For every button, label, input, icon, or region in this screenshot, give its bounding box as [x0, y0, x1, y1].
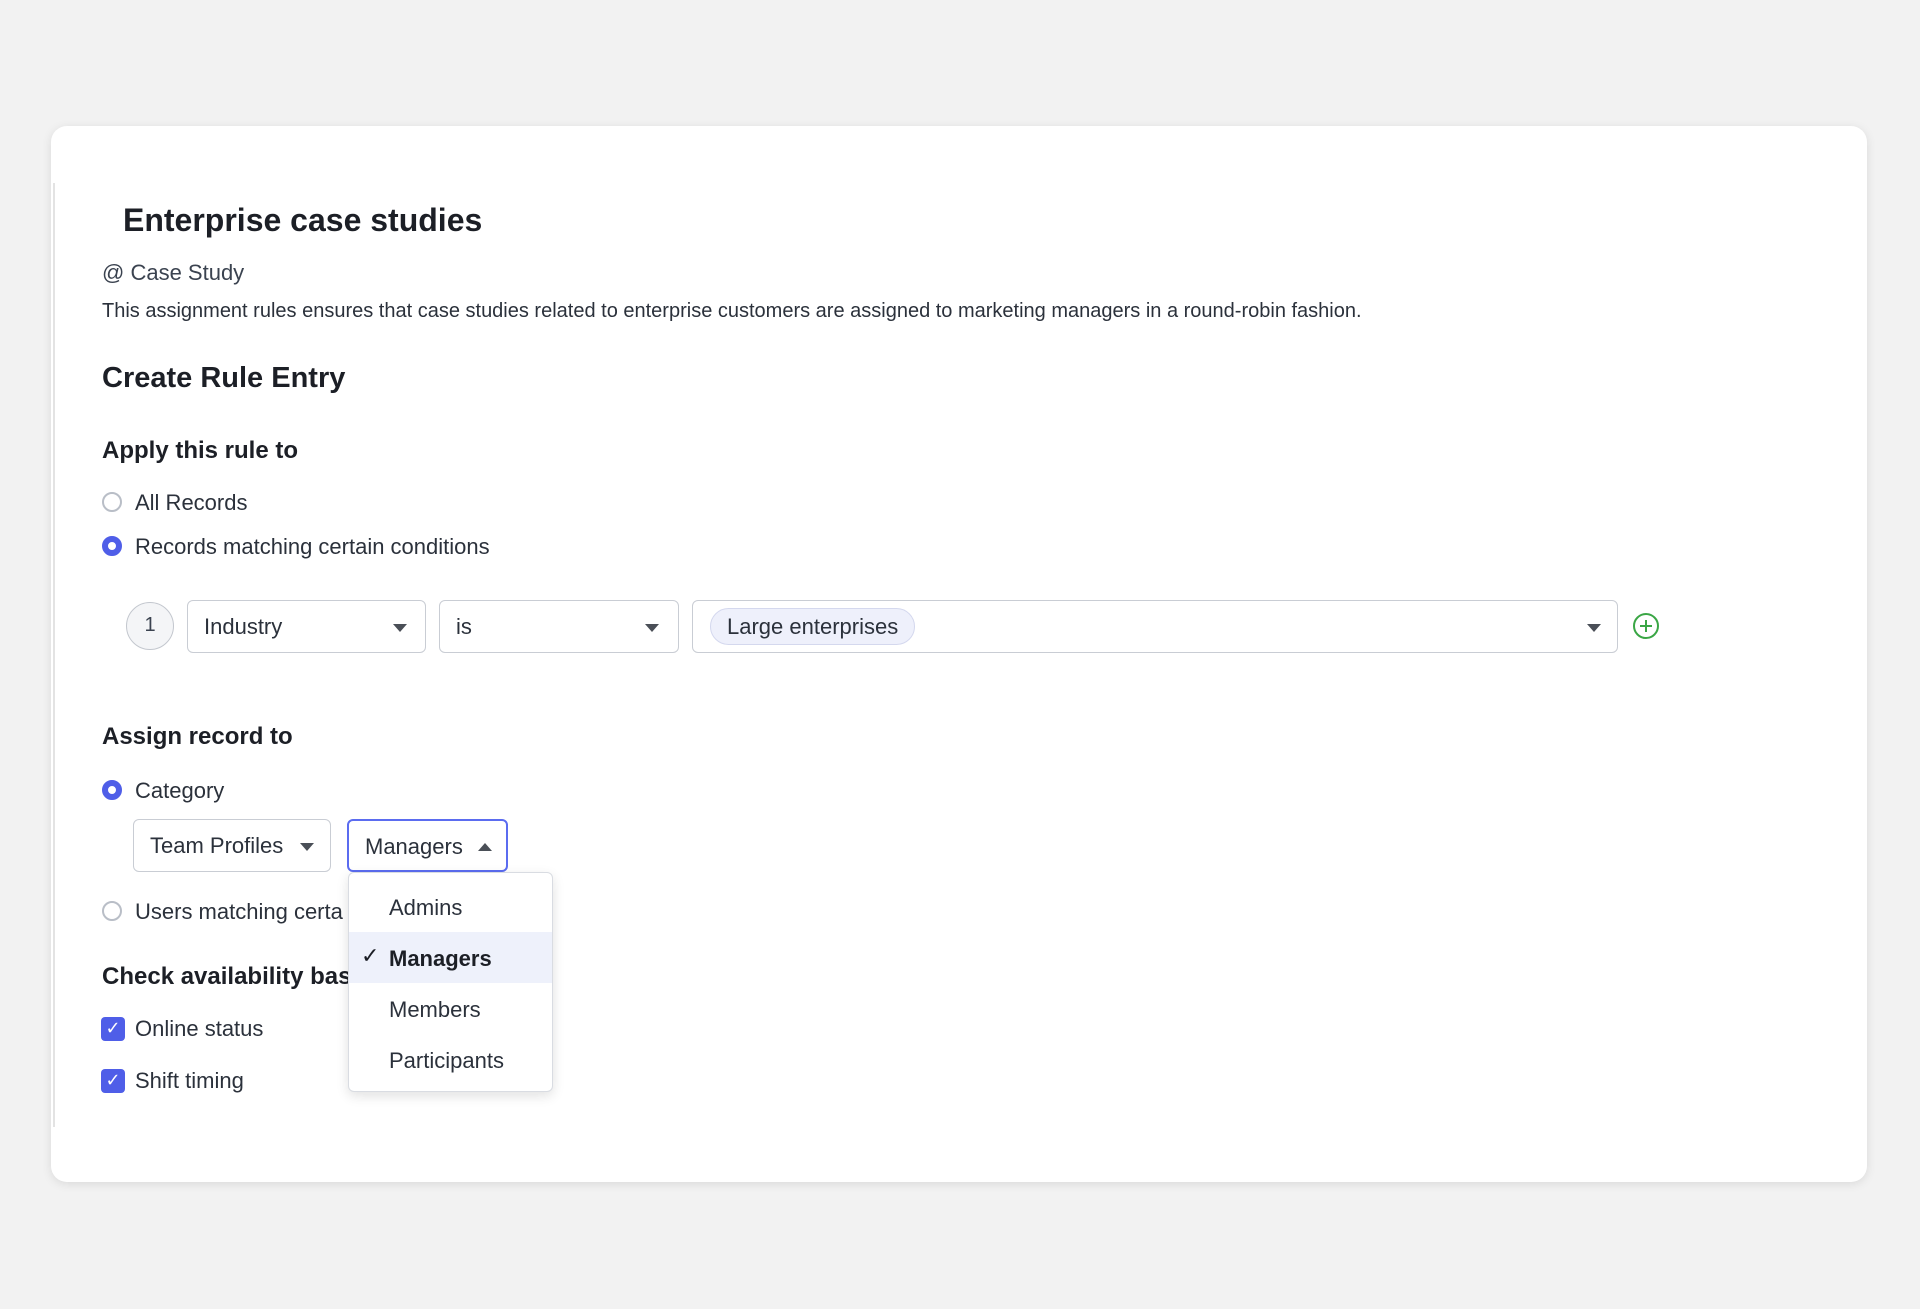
role-select-value: Managers [365, 834, 463, 859]
radio-matching-conditions-label[interactable]: Records matching certain conditions [135, 534, 490, 560]
checkmark-icon: ✓ [361, 944, 380, 969]
checkmark-icon[interactable]: ✓ [101, 1017, 125, 1041]
radio-all-records[interactable] [102, 492, 122, 512]
card-divider [53, 183, 55, 1127]
condition-field-select[interactable]: Industry [187, 600, 426, 653]
radio-all-records-label[interactable]: All Records [135, 490, 247, 516]
condition-operator-select[interactable]: is [439, 600, 679, 653]
condition-value-select[interactable]: Large enterprises [692, 600, 1618, 653]
online-status-label[interactable]: Online status [135, 1016, 263, 1042]
option-label: Admins [389, 895, 463, 920]
category-select[interactable]: Team Profiles [133, 819, 331, 872]
chevron-down-icon [393, 624, 407, 632]
condition-index: 1 [126, 602, 174, 650]
section-title: Create Rule Entry [102, 362, 346, 394]
radio-matching-conditions[interactable] [102, 536, 122, 556]
category-select-value: Team Profiles [150, 833, 284, 858]
dropdown-option-managers[interactable]: ✓ Managers [349, 932, 552, 983]
rule-title: Enterprise case studies [123, 202, 483, 238]
role-dropdown-menu: Admins ✓ Managers Members Participants [348, 872, 553, 1092]
assign-heading: Assign record to [102, 723, 293, 750]
radio-users-matching-label[interactable]: Users matching certa [135, 899, 343, 925]
role-select[interactable]: Managers [347, 819, 508, 872]
chevron-down-icon [1587, 624, 1601, 632]
add-condition-icon[interactable] [1632, 612, 1660, 640]
option-label: Managers [389, 946, 492, 971]
chevron-up-icon [478, 843, 492, 851]
checkmark-icon[interactable]: ✓ [101, 1069, 125, 1093]
dropdown-option-members[interactable]: Members [349, 983, 552, 1034]
chevron-down-icon [645, 624, 659, 632]
option-label: Members [389, 997, 481, 1022]
dropdown-option-admins[interactable]: Admins [349, 881, 552, 932]
condition-field-value: Industry [204, 614, 283, 639]
value-tag[interactable]: Large enterprises [710, 608, 916, 645]
option-label: Participants [389, 1048, 504, 1073]
rule-module: @ Case Study [102, 260, 245, 285]
radio-users-matching[interactable] [102, 901, 122, 921]
radio-category[interactable] [102, 780, 122, 800]
rule-card [51, 126, 1867, 1182]
rule-description: This assignment rules ensures that case … [102, 300, 1362, 322]
dropdown-option-participants[interactable]: Participants [349, 1034, 552, 1085]
shift-timing-label[interactable]: Shift timing [135, 1068, 244, 1094]
condition-operator-value: is [456, 614, 472, 639]
chevron-down-icon [300, 843, 314, 851]
radio-category-label[interactable]: Category [135, 778, 224, 804]
availability-heading: Check availability bas [102, 963, 352, 990]
apply-heading: Apply this rule to [102, 437, 299, 464]
